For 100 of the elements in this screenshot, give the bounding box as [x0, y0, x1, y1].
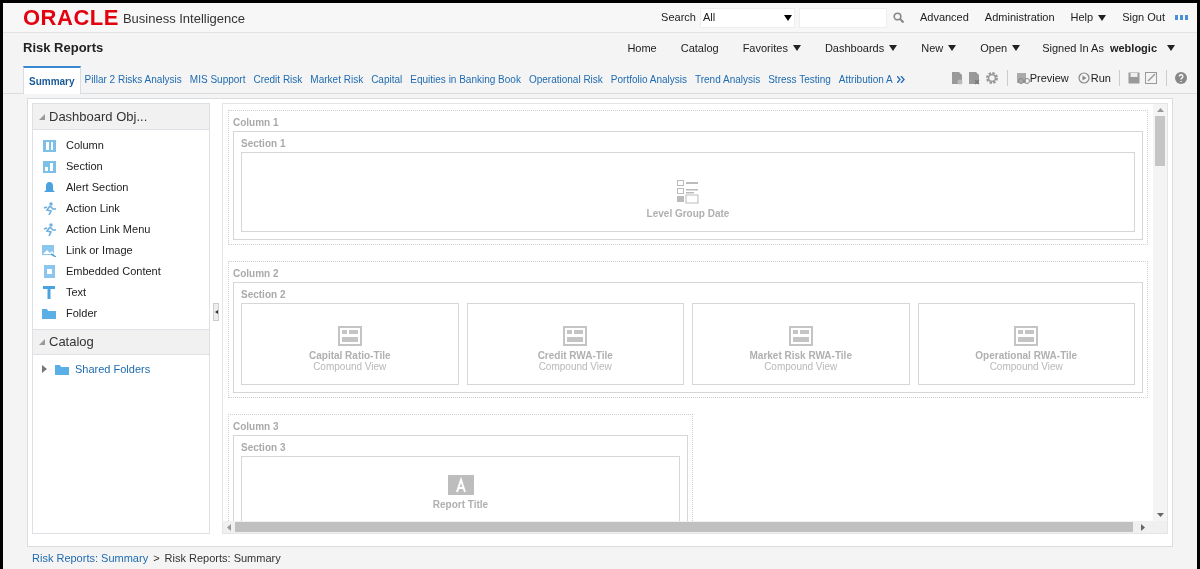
- tab[interactable]: Attribution A: [834, 65, 897, 93]
- text-icon: [43, 286, 55, 299]
- delete-page-icon[interactable]: [967, 70, 980, 85]
- scrollbar-thumb[interactable]: [1155, 116, 1165, 166]
- tab[interactable]: Trend Analysis: [691, 65, 765, 93]
- breadcrumb-current: Risk Reports: Summary: [164, 550, 281, 566]
- settings-icon[interactable]: [984, 70, 999, 85]
- preview-button[interactable]: Preview: [1015, 69, 1069, 86]
- draggable-object[interactable]: Section: [66, 158, 103, 175]
- menu-link[interactable]: Help: [1070, 9, 1107, 26]
- caret-icon: [1012, 45, 1021, 51]
- save-as-icon[interactable]: [1145, 71, 1158, 84]
- compound-view-icon: [788, 326, 813, 346]
- folder-icon: [42, 308, 56, 319]
- header-link[interactable]: Advanced: [919, 9, 969, 26]
- play-icon: [1077, 71, 1090, 84]
- caret-icon: [783, 14, 792, 21]
- run-button[interactable]: Run: [1077, 69, 1111, 86]
- column-title: Column 2: [233, 266, 280, 281]
- draggable-object[interactable]: Text: [66, 284, 87, 301]
- section-title: Section 1: [241, 136, 287, 151]
- draggable-object[interactable]: Action Link: [66, 200, 120, 217]
- panel-header[interactable]: Catalog: [33, 329, 209, 355]
- breadcrumb-separator: >: [153, 550, 160, 566]
- title-view-icon: [447, 475, 474, 495]
- running-figure-icon: [42, 202, 56, 215]
- scroll-up-icon[interactable]: [1156, 108, 1164, 112]
- user-menu[interactable]: weblogic: [1109, 39, 1175, 57]
- draggable-object[interactable]: Alert Section: [66, 179, 129, 196]
- folder-link[interactable]: Shared Folders: [75, 360, 151, 378]
- tab[interactable]: Capital: [367, 65, 407, 93]
- tab[interactable]: Equities in Banking Book: [406, 65, 525, 93]
- search-scope-dropdown[interactable]: All: [699, 7, 795, 28]
- view-subtitle: Compound View: [989, 361, 1063, 372]
- scrollbar-thumb[interactable]: [235, 522, 1133, 532]
- nav-link[interactable]: Home: [627, 39, 657, 57]
- header-link[interactable]: Administration: [984, 9, 1055, 26]
- tab[interactable]: Credit Risk: [249, 65, 307, 93]
- column-title: Column 1: [233, 115, 280, 130]
- tab[interactable]: Summary: [23, 66, 81, 94]
- draggable-object[interactable]: Folder: [66, 305, 98, 322]
- binoculars-icon: [1015, 71, 1030, 84]
- scroll-down-icon[interactable]: [1156, 513, 1164, 517]
- apps-icon[interactable]: [1175, 14, 1189, 21]
- expand-arrow-icon[interactable]: [42, 365, 47, 373]
- tab[interactable]: Pillar 2 Risks Analysis: [80, 65, 186, 93]
- tab[interactable]: Portfolio Analysis: [606, 65, 691, 93]
- menu-link[interactable]: Favorites: [742, 39, 801, 57]
- scroll-right-icon[interactable]: [1141, 523, 1145, 531]
- view-subtitle: Compound View: [538, 361, 612, 372]
- view-title: Capital Ratio-Tile: [309, 350, 391, 361]
- menu-link[interactable]: Dashboards: [824, 39, 898, 57]
- product-name: Business Intelligence: [122, 10, 246, 29]
- collapse-handle[interactable]: [213, 303, 219, 321]
- view-title: Level Group Date: [646, 207, 730, 219]
- column-icon: [42, 139, 56, 152]
- search-label: Search: [661, 10, 696, 26]
- page-properties-icon[interactable]: [950, 70, 963, 85]
- save-icon[interactable]: [1128, 71, 1140, 84]
- draggable-object[interactable]: Column: [66, 137, 104, 154]
- bell-icon: [43, 181, 55, 194]
- menu-link[interactable]: Open: [980, 39, 1021, 57]
- help-icon[interactable]: [1175, 71, 1187, 84]
- draggable-object[interactable]: Link or Image: [66, 242, 133, 259]
- prompt-icon: [677, 179, 699, 204]
- column-title: Column 3: [233, 419, 280, 434]
- view-title: Report Title: [432, 499, 489, 510]
- caret-icon: [1167, 45, 1175, 51]
- compound-view-icon: [1014, 326, 1039, 346]
- view-title: Operational RWA-Tile: [975, 350, 1078, 361]
- tab[interactable]: Market Risk: [306, 65, 368, 93]
- caret-icon: [792, 45, 801, 51]
- view-title: Credit RWA-Tile: [537, 350, 613, 361]
- scroll-left-icon[interactable]: [227, 523, 231, 531]
- section-title: Section 3: [241, 440, 287, 455]
- tab[interactable]: Stress Testing: [764, 65, 835, 93]
- view-subtitle: Compound View: [313, 361, 387, 372]
- signed-in-label: Signed In As: [1042, 40, 1104, 56]
- caret-icon: [889, 45, 898, 51]
- breadcrumb-link[interactable]: Risk Reports: Summary: [32, 549, 149, 567]
- tab[interactable]: MIS Support: [185, 65, 250, 93]
- horizontal-scrollbar[interactable]: [223, 521, 1167, 533]
- folder-icon: [55, 363, 69, 375]
- panel-header[interactable]: Dashboard Obj...: [33, 104, 209, 130]
- logo: ORACLE: [23, 6, 119, 29]
- vertical-scrollbar[interactable]: [1153, 104, 1167, 521]
- search-icon[interactable]: [892, 12, 904, 23]
- running-figure-icon: [42, 223, 56, 236]
- tab[interactable]: Operational Risk: [524, 65, 607, 93]
- caret-icon: [948, 45, 957, 51]
- draggable-object[interactable]: Embedded Content: [66, 263, 161, 280]
- header-link[interactable]: Sign Out: [1122, 9, 1165, 26]
- compound-view-icon: [337, 326, 362, 346]
- more-tabs-icon[interactable]: [896, 76, 905, 83]
- image-icon: [42, 244, 56, 257]
- menu-link[interactable]: New: [921, 39, 957, 57]
- nav-link[interactable]: Catalog: [680, 39, 719, 57]
- draggable-object[interactable]: Action Link Menu: [66, 221, 151, 238]
- expanded-icon: [39, 113, 45, 120]
- page-title: Risk Reports: [23, 39, 104, 58]
